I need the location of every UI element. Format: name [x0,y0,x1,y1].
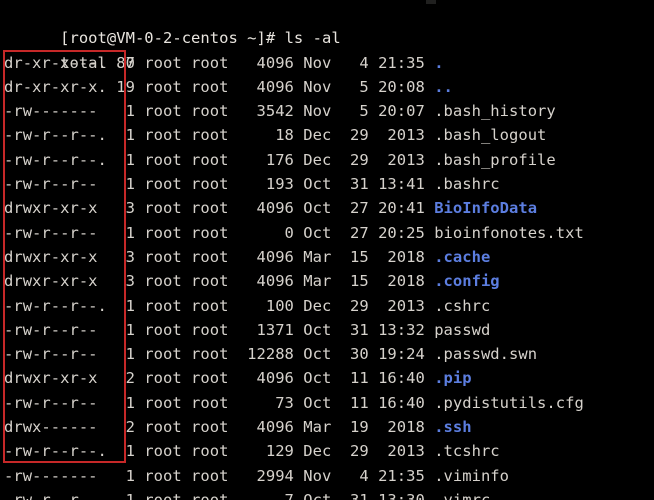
file-name: .vimrc [434,490,491,500]
file-listing-row: dr-xr-xr-x. 19 root root 4096 Nov 5 20:0… [4,75,654,99]
file-name: .bash_history [434,102,556,121]
file-name: .tcshrc [434,442,500,461]
file-listing: dr-xr-x---. 7 root root 4096 Nov 4 21:35… [4,51,654,500]
file-name: . [434,53,444,72]
file-row-metadata: -rw------- 1 root root 3542 Nov 5 20:07 [4,102,435,121]
file-name: bioinfonotes.txt [434,223,584,242]
file-row-metadata: drwx------ 2 root root 4096 Mar 19 2018 [4,418,435,437]
file-name: .cache [434,247,491,266]
file-row-metadata: -rw-r--r-- 1 root root 7 Oct 31 13:30 [4,490,435,500]
file-name: .cshrc [434,296,491,315]
file-row-metadata: -rw-r--r--. 1 root root 100 Dec 29 2013 [4,296,435,315]
file-row-metadata: -rw-r--r-- 1 root root 193 Oct 31 13:41 [4,175,435,194]
file-name: passwd [434,320,491,339]
file-row-metadata: -rw-r--r--. 1 root root 18 Dec 29 2013 [4,126,435,145]
file-listing-row: -rw-r--r-- 1 root root 0 Oct 27 20:25 bi… [4,221,654,245]
file-listing-row: -rw-r--r--. 1 root root 100 Dec 29 2013 … [4,294,654,318]
file-row-metadata: -rw------- 1 root root 2994 Nov 4 21:35 [4,466,435,485]
file-row-metadata: -rw-r--r--. 1 root root 129 Dec 29 2013 [4,442,435,461]
file-name: .viminfo [434,466,510,485]
file-name: .passwd.swn [434,345,538,364]
file-listing-row: -rw------- 1 root root 2994 Nov 4 21:35 … [4,464,654,488]
file-name: .. [434,77,453,96]
file-listing-row: -rw-r--r-- 1 root root 12288 Oct 30 19:2… [4,342,654,366]
file-listing-row: drwxr-xr-x 2 root root 4096 Oct 11 16:40… [4,366,654,390]
file-row-metadata: dr-xr-x---. 7 root root 4096 Nov 4 21:35 [4,53,435,72]
file-listing-row: -rw-r--r-- 1 root root 193 Oct 31 13:41 … [4,172,654,196]
file-row-metadata: drwxr-xr-x 3 root root 4096 Mar 15 2018 [4,272,435,291]
file-listing-row: drwx------ 2 root root 4096 Mar 19 2018 … [4,415,654,439]
file-listing-row: drwxr-xr-x 3 root root 4096 Oct 27 20:41… [4,196,654,220]
file-listing-row: -rw-r--r--. 1 root root 176 Dec 29 2013 … [4,148,654,172]
shell-prompt-text: [root@VM-0-2-centos ~]# ls -al [60,29,341,48]
file-name: .config [434,272,500,291]
file-name: .bashrc [434,175,500,194]
file-listing-row: -rw-r--r--. 1 root root 18 Dec 29 2013 .… [4,123,654,147]
file-row-metadata: -rw-r--r-- 1 root root 73 Oct 11 16:40 [4,393,435,412]
file-listing-row: drwxr-xr-x 3 root root 4096 Mar 15 2018 … [4,245,654,269]
file-row-metadata: -rw-r--r--. 1 root root 176 Dec 29 2013 [4,150,435,169]
file-row-metadata: drwxr-xr-x 2 root root 4096 Oct 11 16:40 [4,369,435,388]
terminal-line-prompt-command: [root@VM-0-2-centos ~]# ls -al [4,2,654,47]
file-name: .pydistutils.cfg [434,393,584,412]
file-row-metadata: dr-xr-xr-x. 19 root root 4096 Nov 5 20:0… [4,77,435,96]
file-name: .bash_profile [434,150,556,169]
file-listing-row: -rw-r--r-- 1 root root 73 Oct 11 16:40 .… [4,391,654,415]
terminal-window[interactable]: [root@VM-0-2-centos ~]# ls -al total 80 … [0,0,654,500]
file-row-metadata: -rw-r--r-- 1 root root 12288 Oct 30 19:2… [4,345,435,364]
file-listing-row: -rw-r--r-- 1 root root 7 Oct 31 13:30 .v… [4,488,654,500]
file-name: .bash_logout [434,126,547,145]
file-listing-row: -rw-r--r-- 1 root root 1371 Oct 31 13:32… [4,318,654,342]
file-name: .pip [434,369,472,388]
file-name: BioInfoData [434,199,538,218]
file-name: .ssh [434,418,472,437]
terminal-screen: [root@VM-0-2-centos ~]# ls -al total 80 … [4,2,654,500]
file-row-metadata: -rw-r--r-- 1 root root 1371 Oct 31 13:32 [4,320,435,339]
file-listing-row: drwxr-xr-x 3 root root 4096 Mar 15 2018 … [4,269,654,293]
file-row-metadata: drwxr-xr-x 3 root root 4096 Mar 15 2018 [4,247,435,266]
file-listing-row: dr-xr-x---. 7 root root 4096 Nov 4 21:35… [4,51,654,75]
file-row-metadata: -rw-r--r-- 1 root root 0 Oct 27 20:25 [4,223,435,242]
file-listing-row: -rw-r--r--. 1 root root 129 Dec 29 2013 … [4,439,654,463]
file-listing-row: -rw------- 1 root root 3542 Nov 5 20:07 … [4,99,654,123]
file-row-metadata: drwxr-xr-x 3 root root 4096 Oct 27 20:41 [4,199,435,218]
